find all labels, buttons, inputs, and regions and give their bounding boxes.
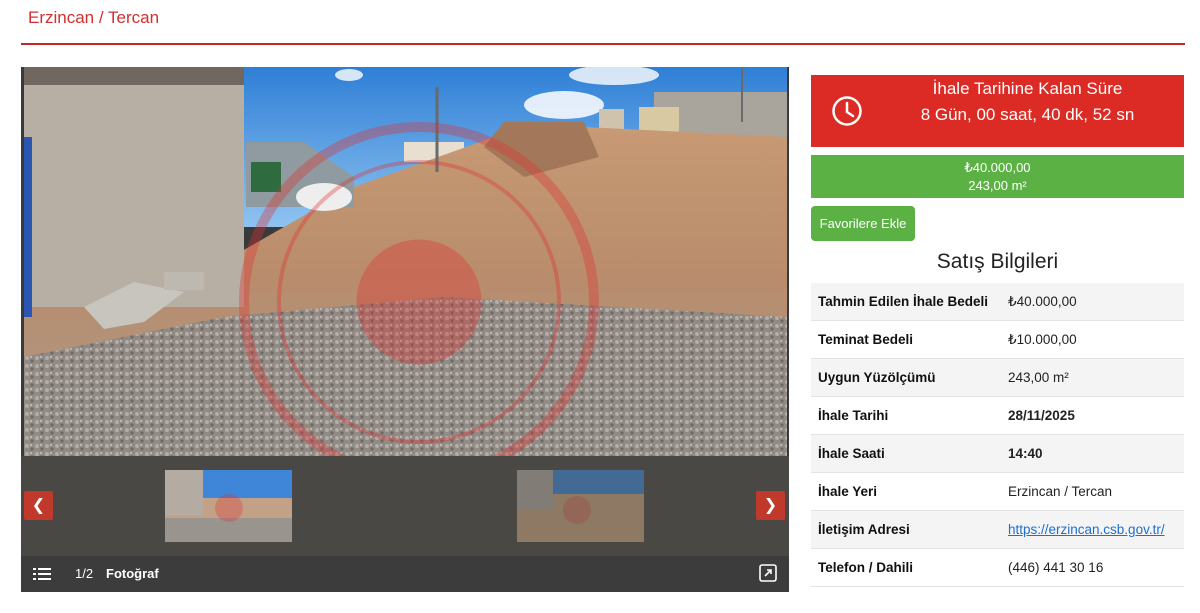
sale-info-title: Satış Bilgileri xyxy=(936,250,1059,273)
thumbnail-1[interactable] xyxy=(165,470,292,542)
row-value: 243,00 m² xyxy=(1001,358,1184,397)
chevron-right-icon[interactable]: ❯ xyxy=(756,491,785,520)
row-label: Tahmin Edilen İhale Bedeli xyxy=(811,283,1001,321)
table-row: İhale Tarihi 28/11/2025 xyxy=(811,396,1184,435)
breadcrumb[interactable]: Erzincan / Tercan xyxy=(28,8,159,28)
list-icon[interactable] xyxy=(33,565,51,583)
table-row: Telefon / Dahili (446) 441 30 16 xyxy=(811,548,1184,587)
table-row: Tahmin Edilen İhale Bedeli ₺40.000,00 xyxy=(811,283,1184,321)
add-to-favorites-button[interactable]: Favorilere Ekle xyxy=(811,206,915,241)
table-row: İhale Saati 14:40 xyxy=(811,434,1184,473)
gallery-toolbar: 1/2 Fotoğraf xyxy=(21,556,789,592)
thumbnail-strip: ❮ ❯ xyxy=(21,456,789,556)
contact-address-link[interactable]: https://erzincan.csb.gov.tr/ xyxy=(1008,522,1165,537)
price-box: ₺40.000,00 243,00 m² xyxy=(811,155,1184,198)
countdown-label: İhale Tarihine Kalan Süre xyxy=(932,79,1123,98)
price-area: 243,00 m² xyxy=(968,178,1027,193)
clock-icon xyxy=(832,96,862,126)
row-label: İletişim Adresi xyxy=(811,510,1001,549)
row-label: Uygun Yüzölçümü xyxy=(811,358,1001,397)
photo-gallery[interactable]: ❮ ❯ 1/2 Fotoğraf xyxy=(21,67,789,592)
price-amount: ₺40.000,00 xyxy=(964,160,1031,175)
row-label: Telefon / Dahili xyxy=(811,548,1001,587)
main-photo[interactable] xyxy=(24,67,787,457)
table-row: İletişim Adresi https://erzincan.csb.gov… xyxy=(811,510,1184,549)
table-row: Uygun Yüzölçümü 243,00 m² xyxy=(811,358,1184,397)
row-value: ₺40.000,00 xyxy=(1001,283,1184,321)
row-label: İhale Saati xyxy=(811,434,1001,473)
photo-caption: Fotoğraf xyxy=(106,566,159,581)
countdown-value: 8 Gün, 00 saat, 40 dk, 52 sn xyxy=(920,105,1135,124)
row-label: Teminat Bedeli xyxy=(811,320,1001,359)
row-label: İhale Tarihi xyxy=(811,396,1001,435)
photo-counter: 1/2 xyxy=(75,566,94,581)
sale-info-table: Tahmin Edilen İhale Bedeli ₺40.000,00 Te… xyxy=(811,283,1184,587)
chevron-left-icon[interactable]: ❮ xyxy=(24,491,53,520)
table-row: İhale Yeri Erzincan / Tercan xyxy=(811,472,1184,511)
row-value: Erzincan / Tercan xyxy=(1001,472,1184,511)
row-value: 14:40 xyxy=(1001,434,1184,473)
header-divider xyxy=(21,43,1185,45)
expand-icon[interactable] xyxy=(758,563,778,583)
row-value: (446) 441 30 16 xyxy=(1001,548,1184,587)
row-value: 28/11/2025 xyxy=(1001,396,1184,435)
row-label: İhale Yeri xyxy=(811,472,1001,511)
table-row: Teminat Bedeli ₺10.000,00 xyxy=(811,320,1184,359)
thumbnail-2[interactable] xyxy=(517,470,644,542)
countdown-panel: İhale Tarihine Kalan Süre 8 Gün, 00 saat… xyxy=(811,75,1184,147)
row-value: ₺10.000,00 xyxy=(1001,320,1184,359)
